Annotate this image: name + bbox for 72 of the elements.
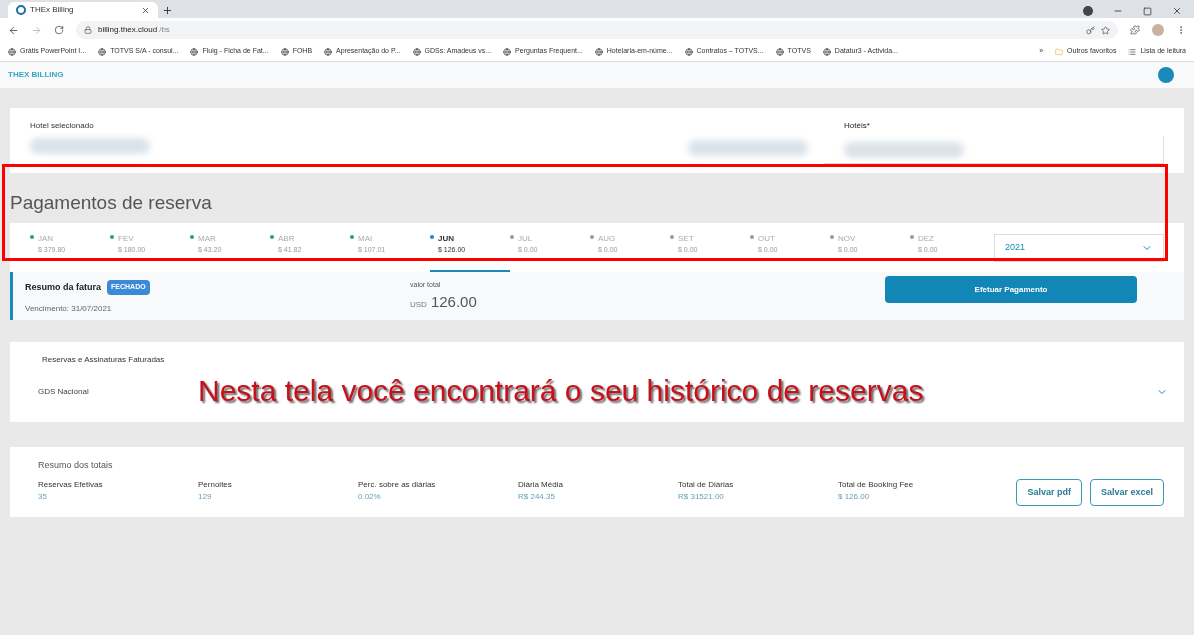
globe-icon [684,47,693,56]
total-value: 0.02% [358,490,382,503]
month-name: NOV [838,233,857,245]
folder-icon [1055,47,1064,56]
key-icon[interactable] [1086,25,1095,35]
url-host: billing.thex.cloud [98,24,158,36]
extensions-icon[interactable] [1130,25,1140,35]
month-name: MAR [198,233,217,245]
close-icon[interactable] [141,5,150,15]
month-name: FEV [118,233,135,245]
total-label: Perc. sobre as diárias [358,478,437,491]
globe-icon [594,47,603,56]
url-path: /bs [159,24,170,36]
currency: USD [410,298,427,311]
total-amount: 126.00 [430,291,477,312]
month-name: MAI [358,233,374,245]
year-select[interactable]: 2021 [994,233,1164,262]
new-tab-icon[interactable] [162,5,173,16]
export-button[interactable]: Salvar excel [1089,479,1164,506]
globe-icon [8,47,16,56]
reload-icon[interactable] [54,25,64,35]
month-name: JAN [38,233,55,245]
total-label: Reservas Efetivas [38,478,104,491]
total-value: R$ 244.35 [518,490,556,503]
globe-icon [503,47,512,56]
tab-title: THEx Billing [30,4,75,16]
back-icon[interactable] [8,24,19,36]
maximize-icon[interactable] [1143,6,1152,16]
due-date: Vencimento: 31/07/2021 [25,302,113,315]
profile-menu-icon[interactable] [1083,6,1093,16]
group-name[interactable]: GDS Nacional [38,386,89,398]
field-label: Hotel selecionado [30,120,95,132]
total-value: 35 [38,490,48,503]
field-label: Hotéis* [843,120,871,132]
list-icon [1128,47,1137,56]
month-name: JUL [518,233,534,245]
total-value: $ 126.00 [838,490,871,503]
card-title: Resumo dos totais [38,459,114,472]
app-logo: THEX BILLING [8,69,64,81]
address-bar[interactable]: billing.thex.cloud /bs [76,21,1118,39]
month-name: SET [678,233,695,245]
pay-button[interactable]: Efetuar Pagamento [885,276,1137,303]
globe-icon [775,47,784,56]
card-title: Reservas e Assinaturas Faturadas [41,354,166,366]
globe-icon [98,47,107,56]
total-label: Diária Média [518,478,564,491]
invoice-title: Resumo da fatura [25,280,102,294]
user-avatar[interactable] [1158,67,1174,83]
globe-icon [324,47,333,56]
month-name: JUN [438,233,455,245]
globe-icon [412,47,421,56]
month-name: AUG [598,233,617,245]
browser-tab[interactable]: THEx Billing [8,2,158,18]
close-icon[interactable] [1172,6,1182,16]
month-name: ABR [278,233,296,245]
section-title: Pagamentos de reserva [10,190,212,215]
month-name: DEZ [918,233,935,245]
export-button[interactable]: Salvar pdf [1016,479,1082,506]
caption-overlay: Nesta tela você encontrará o seu histórico de reservas [198,373,924,409]
avatar-icon[interactable] [1152,24,1164,36]
total-value: R$ 31521.00 [678,490,725,503]
total-value: 129 [198,490,213,503]
tab-favicon-icon [16,5,26,15]
total-label: Pernoites [198,478,233,491]
globe-icon [280,47,289,56]
total-label: Total de Diárias [678,478,735,491]
total-label: Total de Booking Fee [838,478,915,491]
globe-icon [190,47,199,56]
globe-icon [822,47,831,56]
month-name: OUT [758,233,776,245]
bookmark-star-icon[interactable] [1101,25,1110,35]
lock-icon [84,26,92,34]
